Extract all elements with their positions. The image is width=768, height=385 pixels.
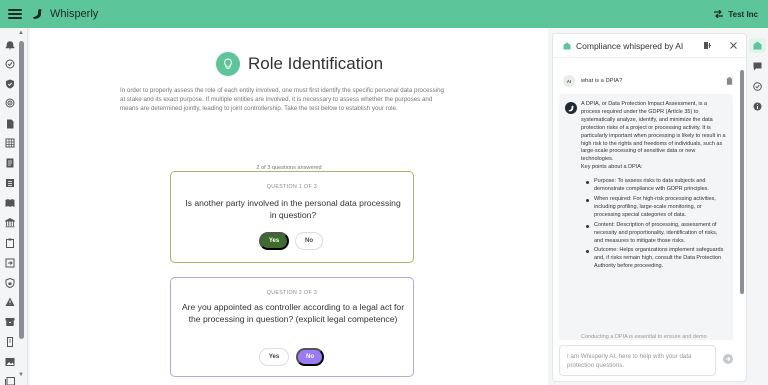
folder-icon[interactable] (5, 337, 15, 347)
assistant-message: A DPIA, or Data Protection Impact Assess… (559, 94, 733, 340)
close-icon[interactable] (729, 41, 738, 50)
list-item: Outcome: Helps organizations implement s… (581, 247, 727, 271)
document-icon[interactable] (5, 119, 15, 129)
check-circle-icon[interactable] (753, 82, 762, 91)
book-icon[interactable] (5, 198, 15, 208)
menu-icon[interactable] (8, 9, 22, 19)
chat-input[interactable]: I am Whisperly AI, here to help with you… (559, 345, 716, 376)
assistant-avatar-icon (565, 102, 577, 114)
shield-icon[interactable] (5, 79, 15, 89)
main-content: Role Identification In order to properly… (30, 28, 548, 385)
user-message: AI what is a DPIA? (563, 74, 733, 88)
ai-assistant-icon[interactable] (753, 41, 762, 50)
no-button[interactable]: No (295, 232, 323, 250)
page-title: Role Identification (248, 54, 384, 73)
bank-icon[interactable] (5, 218, 15, 228)
chat-scrollbar[interactable] (740, 70, 744, 294)
assistant-points-list: Purpose: To assess risks to data subject… (581, 178, 727, 271)
ai-assistant-panel: Compliance whispered by AI AI what is a … (552, 33, 747, 382)
yes-button[interactable]: Yes (259, 232, 289, 250)
bell-icon[interactable] (5, 40, 15, 50)
no-button[interactable]: No (296, 348, 324, 366)
import-icon[interactable] (5, 258, 15, 268)
question-text: Are you appointed as controller accordin… (181, 302, 405, 324)
scroll-up-arrow-icon[interactable]: ▲ (18, 30, 24, 36)
send-arrow-icon (726, 356, 731, 362)
page-header: Role Identification (216, 52, 383, 76)
bulb-icon (216, 52, 240, 76)
archive-icon[interactable] (5, 317, 15, 327)
clear-chat-icon[interactable] (703, 41, 712, 50)
question-number-label: QUESTION 2 OF 3 (266, 290, 318, 296)
check-circle-icon[interactable] (5, 59, 15, 69)
panel-header: Compliance whispered by AI (553, 34, 746, 58)
list-item: When required: For high-risk processing … (581, 196, 727, 220)
library-icon[interactable] (5, 377, 15, 385)
assistant-points-heading: Key points about a DPIA: (581, 164, 643, 171)
scroll-down-arrow-icon[interactable]: ▼ (18, 372, 24, 378)
intro-text: In order to properly assess the role of … (120, 87, 444, 113)
image-icon[interactable] (5, 357, 15, 367)
account-label: Test Inc (728, 9, 758, 19)
ai-assistant-icon (563, 42, 571, 49)
list-item: Content: Description of processing, asse… (581, 222, 727, 246)
question-card-1: QUESTION 1 OF 3 Is another party involve… (170, 171, 414, 263)
clipboard-icon[interactable] (5, 238, 15, 248)
chat-thread: AI what is a DPIA? A DPIA, or Data Prote… (553, 60, 739, 340)
panel-icon-strip (748, 33, 768, 385)
table-icon[interactable] (5, 138, 15, 148)
assistant-message-text: A DPIA, or Data Protection Impact Assess… (581, 101, 727, 273)
switch-arrows-icon (714, 10, 724, 18)
account-switcher[interactable]: Test Inc (714, 10, 758, 19)
top-bar: Whisperly Test Inc (0, 0, 768, 28)
send-button[interactable] (723, 354, 733, 364)
question-text: Is another party involved in the persona… (185, 198, 401, 220)
info-icon[interactable] (753, 102, 762, 111)
whisperly-logo-icon (33, 9, 42, 19)
truncated-message-text: Conducting a DPIA is essential to ensure… (581, 334, 707, 339)
radar-icon[interactable] (5, 98, 15, 108)
journal-icon[interactable] (5, 158, 15, 168)
yes-button[interactable]: Yes (259, 348, 289, 366)
assistant-intro-paragraph: A DPIA, or Data Protection Impact Assess… (581, 101, 726, 163)
warning-icon[interactable] (5, 297, 15, 307)
chat-icon[interactable] (753, 62, 762, 71)
avatar: AI (563, 75, 575, 87)
question-number-label: QUESTION 1 OF 3 (266, 184, 318, 190)
panel-title: Compliance whispered by AI (576, 40, 684, 51)
sidebar-scrollbar[interactable] (19, 41, 24, 339)
shield-lock-icon[interactable] (5, 278, 15, 288)
trash-icon[interactable] (726, 77, 733, 85)
question-card-2: QUESTION 2 OF 3 Are you appointed as con… (170, 277, 414, 377)
brand-name: Whisperly (50, 8, 99, 20)
list-item: Purpose: To assess risks to data subject… (581, 178, 727, 194)
user-message-text: what is a DPIA? (581, 78, 623, 84)
list-icon[interactable] (5, 178, 15, 188)
